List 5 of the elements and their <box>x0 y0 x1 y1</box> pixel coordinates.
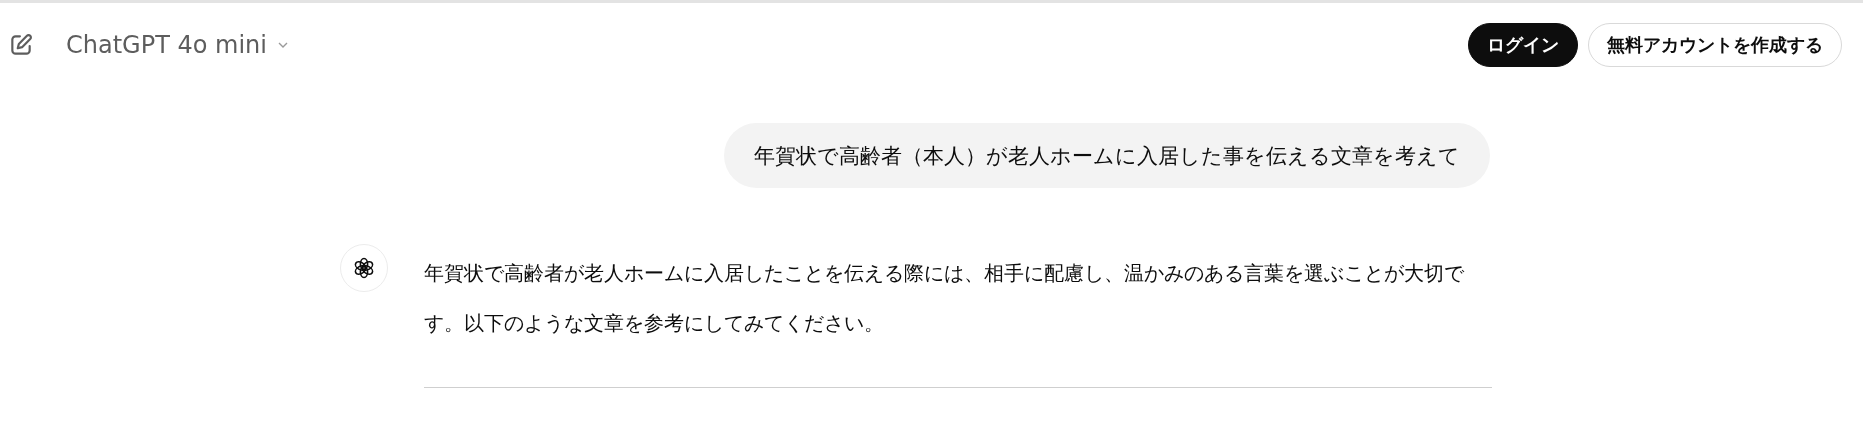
model-selector[interactable]: ChatGPT 4o mini <box>66 31 291 59</box>
signup-button[interactable]: 無料アカウントを作成する <box>1588 23 1842 67</box>
user-message: 年賀状で高齢者（本人）が老人ホームに入居した事を伝える文章を考えて <box>724 123 1490 188</box>
assistant-message: 年賀状で高齢者が老人ホームに入居したことを伝える際には、相手に配慮し、温かみのある言葉を選ぶことが大切です。以下のような文章を参考にしてみてください。 <box>424 260 1465 337</box>
login-button[interactable]: ログイン <box>1468 23 1578 67</box>
